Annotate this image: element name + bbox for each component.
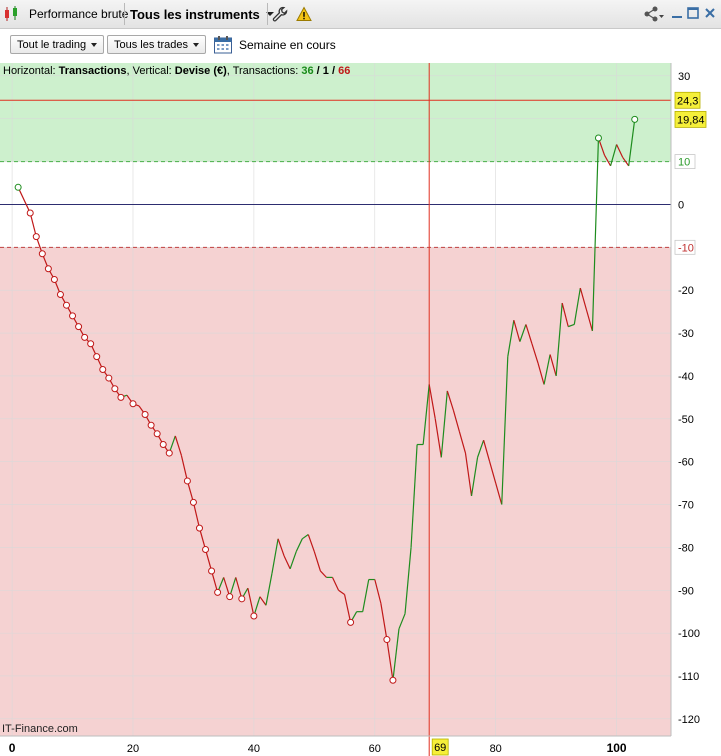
top-tab-bar: Performance brute Tous les instruments [0,0,721,29]
trade-marker [208,567,216,575]
y-tick-label: 10 [678,157,690,169]
vertical-prefix: , Vertical: [126,65,175,77]
trade-marker [26,209,34,217]
tab-separator [124,3,125,25]
y-tick-label: -10 [678,242,694,254]
y-tick-label: -90 [678,585,694,597]
trade-marker [226,593,234,601]
trades-filter-label: Tous les trades [114,38,188,51]
max-value-label: 24,3 [677,95,698,107]
chevron-down-icon [192,42,199,47]
trade-marker [81,333,89,341]
trade-marker [214,588,222,596]
instruments-dropdown[interactable]: Tous les instruments [130,0,274,28]
trade-marker [87,340,95,348]
count-separator: / [328,65,339,77]
candlestick-chart-icon [3,0,21,28]
x-tick-label: 80 [490,743,502,755]
winning-trades-count: 36 [301,65,314,77]
trade-marker [32,233,40,241]
wrench-icon[interactable] [272,0,288,28]
y-tick-label: -70 [678,500,694,512]
share-icon[interactable] [643,0,665,28]
trade-marker [202,546,210,554]
y-tick-label: -40 [678,371,694,383]
trade-marker [62,301,70,309]
trade-marker [105,374,113,382]
close-icon[interactable] [703,6,717,20]
trade-marker [93,353,101,361]
x-tick-label: 0 [9,741,16,755]
x-tick-label: 60 [369,743,381,755]
trade-marker [129,400,137,408]
instruments-dropdown-label: Tous les instruments [130,6,260,22]
trade-marker [14,183,22,191]
trade-marker [99,365,107,373]
trading-filter-label: Tout le trading [17,38,87,51]
trade-marker [594,134,602,142]
maximize-icon[interactable] [686,6,700,20]
y-tick-label: -80 [678,542,694,554]
x-tick-label: 20 [127,743,139,755]
trade-marker [44,265,52,273]
trade-marker [159,441,167,449]
horizontal-prefix: Horizontal: [3,65,59,77]
y-tick-label: 30 [678,71,690,83]
trade-marker [147,421,155,429]
y-tick-label: -20 [678,285,694,297]
y-tick-label: 0 [678,199,684,211]
calendar-icon[interactable] [213,35,233,55]
minimize-icon[interactable] [670,6,684,20]
transactions-prefix: , Transactions: [226,65,302,77]
trade-marker [389,676,397,684]
chevron-down-icon [91,42,98,47]
trade-marker [50,275,58,283]
trade-marker [165,449,173,457]
tab-separator [267,3,268,25]
trade-marker [195,524,203,532]
vertical-value: Devise (€) [174,65,227,77]
trade-marker [38,250,46,258]
trade-marker [250,612,258,620]
trade-marker [56,290,64,298]
equity-curve-chart[interactable]: 30100-10-20-30-40-50-60-70-80-90-100-110… [0,63,721,756]
trade-marker [75,323,83,331]
trade-marker [69,312,77,320]
trade-marker [117,393,125,401]
trade-marker [347,618,355,626]
period-selector-label[interactable]: Semaine en cours [239,38,336,52]
trading-filter-dropdown[interactable]: Tout le trading [10,35,105,54]
tab-performance-brute-label: Performance brute [29,7,129,21]
x-tick-label: 100 [607,741,627,755]
trade-marker [631,115,639,123]
y-tick-label: -50 [678,414,694,426]
x-tick-label: 40 [248,743,260,755]
cursor-value-label: 69 [434,742,446,754]
trade-marker [141,411,149,419]
loss-zone [0,247,671,737]
trade-marker [153,430,161,438]
trades-filter-dropdown[interactable]: Tous les trades [107,35,206,54]
trade-marker [238,595,246,603]
count-separator: / [313,65,323,77]
warning-icon[interactable] [296,0,312,28]
horizontal-value: Transactions [58,65,127,77]
trade-marker [189,498,197,506]
chart-info-line: Horizontal: Transactions, Vertical: Devi… [3,65,350,77]
y-tick-label: -120 [678,714,700,726]
y-tick-label: -30 [678,328,694,340]
trade-marker [111,385,119,393]
y-tick-label: -60 [678,457,694,469]
y-tick-label: -100 [678,628,700,640]
data-source-credit: IT-Finance.com [2,723,78,735]
trade-marker [383,636,391,644]
trade-marker [183,477,191,485]
losing-trades-count: 66 [338,65,351,77]
last-value-label: 19,84 [677,114,705,126]
y-tick-label: -110 [678,671,699,683]
profit-zone [0,63,671,162]
tab-performance-brute[interactable]: Performance brute [29,0,128,28]
